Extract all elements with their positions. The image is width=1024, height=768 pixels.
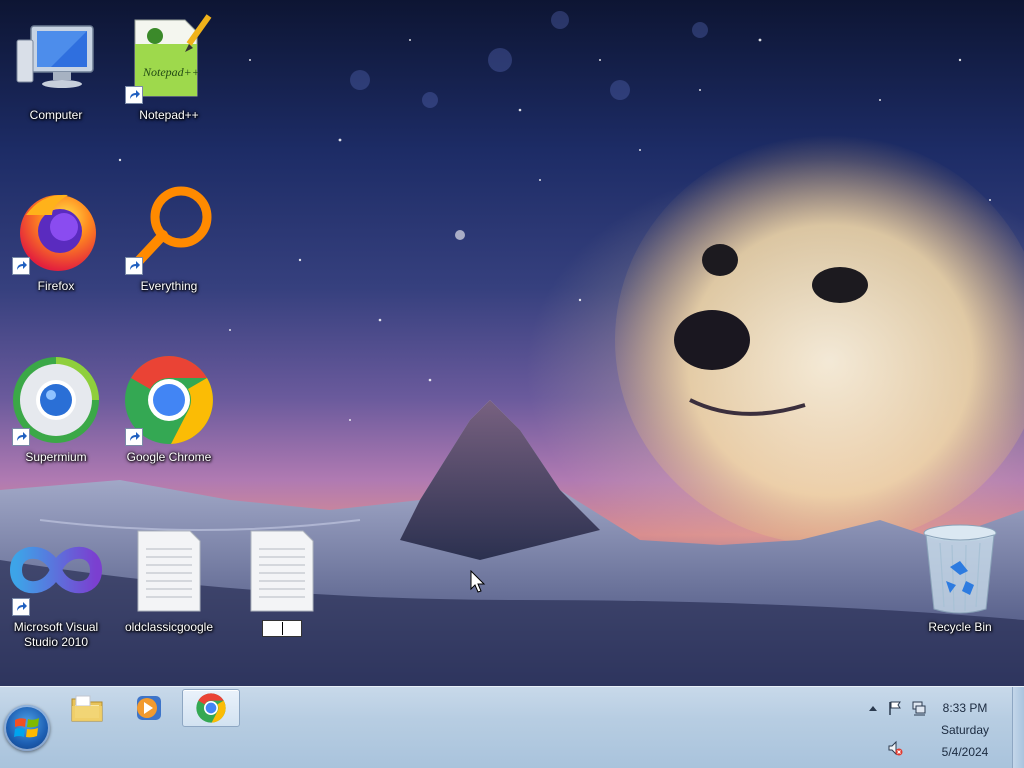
desktop-icon-label: Computer bbox=[29, 108, 83, 122]
computer-icon bbox=[8, 10, 104, 106]
desktop-icon-google-chrome[interactable]: Google Chrome bbox=[117, 352, 221, 465]
chrome-icon bbox=[121, 352, 217, 448]
show-hidden-icons-chevron-icon bbox=[869, 706, 877, 711]
desktop-icon-firefox[interactable]: Firefox bbox=[4, 181, 108, 294]
volume-tray-icon[interactable] bbox=[886, 739, 904, 757]
taskbar-button-media-player[interactable] bbox=[120, 689, 178, 727]
desktop-icon-notepad-plus-plus[interactable]: Notepad++ Notepad++ bbox=[117, 10, 221, 123]
start-button[interactable] bbox=[4, 705, 50, 751]
desktop-icon-recycle-bin[interactable]: Recycle Bin bbox=[908, 522, 1012, 635]
desktop-icon-label: Supermium bbox=[25, 450, 87, 464]
windows-start-orb-icon bbox=[14, 718, 39, 738]
desktop-icon-label: oldclassicgoogle bbox=[124, 620, 214, 634]
visual-studio-icon bbox=[8, 522, 104, 618]
taskbar: 8:33 PM Saturday 5/4/2024 bbox=[0, 686, 1024, 768]
desktop-icon-label: Recycle Bin bbox=[928, 620, 992, 634]
svg-text:Notepad++: Notepad++ bbox=[142, 65, 200, 79]
network-tray-icon[interactable] bbox=[910, 699, 928, 717]
shortcut-arrow-icon bbox=[125, 428, 143, 446]
recycle-bin-icon bbox=[912, 522, 1008, 618]
desktop-icon-supermium[interactable]: Supermium bbox=[4, 352, 108, 465]
notepad-plus-plus-icon: Notepad++ bbox=[121, 10, 217, 106]
everything-search-icon bbox=[121, 181, 217, 277]
clock-date: 5/4/2024 bbox=[941, 745, 989, 759]
desktop-icon-everything[interactable]: Everything bbox=[117, 181, 221, 294]
desktop-icon-new-text-file[interactable] bbox=[230, 522, 334, 637]
taskbar-button-file-explorer[interactable] bbox=[58, 689, 116, 727]
volume-muted-icon bbox=[888, 740, 903, 756]
desktop-icon-label: Everything bbox=[140, 279, 198, 293]
clock-time: 8:33 PM bbox=[942, 701, 988, 715]
desktop-icon-computer[interactable]: Computer bbox=[4, 10, 108, 123]
desktop-icon-label: Google Chrome bbox=[126, 450, 212, 464]
text-file-icon bbox=[234, 522, 330, 618]
shortcut-arrow-icon bbox=[125, 86, 143, 104]
system-clock[interactable]: 8:33 PM Saturday 5/4/2024 bbox=[930, 697, 1000, 763]
media-player-icon bbox=[137, 696, 161, 720]
text-file-icon bbox=[121, 522, 217, 618]
shortcut-arrow-icon bbox=[12, 257, 30, 275]
shortcut-arrow-icon bbox=[12, 598, 30, 616]
rename-text-input[interactable] bbox=[262, 620, 302, 637]
show-hidden-icons-button[interactable] bbox=[866, 701, 880, 715]
action-center-tray-icon[interactable] bbox=[886, 699, 904, 717]
desktop-icon-label: Firefox bbox=[37, 279, 75, 293]
firefox-icon bbox=[8, 181, 104, 277]
shortcut-arrow-icon bbox=[12, 428, 30, 446]
clock-day: Saturday bbox=[940, 723, 990, 737]
network-icon bbox=[912, 701, 926, 716]
action-center-flag-icon bbox=[889, 701, 901, 715]
folder-icon bbox=[71, 695, 103, 722]
desktop-icon-label: Microsoft Visual Studio 2010 bbox=[13, 620, 99, 649]
mouse-pointer-icon bbox=[470, 569, 486, 599]
desktop-icon-label: Notepad++ bbox=[139, 108, 199, 122]
taskbar-button-google-chrome[interactable] bbox=[182, 689, 240, 727]
system-tray: 8:33 PM Saturday 5/4/2024 bbox=[844, 687, 1024, 768]
chrome-icon bbox=[196, 693, 226, 723]
desktop-icon-visual-studio-2010[interactable]: Microsoft Visual Studio 2010 bbox=[4, 522, 108, 650]
shortcut-arrow-icon bbox=[125, 257, 143, 275]
show-desktop-button[interactable] bbox=[1012, 687, 1024, 768]
text-caret bbox=[281, 622, 283, 635]
supermium-icon bbox=[8, 352, 104, 448]
desktop-icon-oldclassicgoogle[interactable]: oldclassicgoogle bbox=[117, 522, 221, 635]
